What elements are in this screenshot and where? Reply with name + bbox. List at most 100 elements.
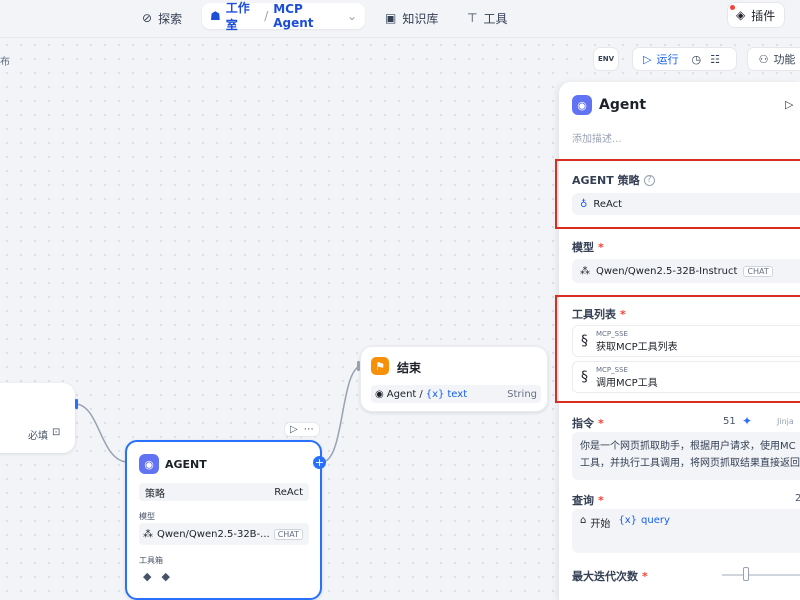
agent-model-row: ⁂ Qwen/Qwen2.5-32B-... CHAT [139,523,309,545]
more-icon[interactable]: ⋯ [304,424,314,435]
env-label: ENV [597,55,615,63]
model-type-badge: CHAT [743,265,773,277]
model-type-badge: CHAT [273,528,304,540]
plugin-button[interactable]: ◈ 插件 [727,2,785,28]
instruction-line: 工具，并执行工具调用，将网页抓取结果直接返回 [580,458,800,469]
hammer-icon: ⊤ [467,11,478,25]
home-icon: ⌂ [580,515,587,526]
plugin-label: 插件 [751,8,776,23]
toolbox-label: 工具箱 [139,556,163,565]
history-icon[interactable]: ◷ [691,53,701,66]
end-node-title: 结束 [397,361,422,375]
max-iterations-slider-thumb[interactable] [743,567,749,581]
ai-generate-icon[interactable]: ✦ [742,414,752,428]
play-icon[interactable]: ▷ [643,53,651,66]
features-label: 功能 [773,53,796,66]
model-label: 模型 [139,512,155,521]
instruction-label: 指令 * [572,415,604,431]
required-star: * [642,569,648,583]
agent-small-icon: ◉ [375,388,384,400]
query-label-text: 查询 [572,494,594,507]
required-star: * [598,416,604,430]
max-iterations-label: 最大迭代次数 * [572,568,648,584]
model-select[interactable]: ⁂ Qwen/Qwen2.5-32B-Instruct CHAT [572,259,800,283]
breadcrumb-separator: / [264,9,269,23]
query-label: 查询 * [572,492,604,508]
run-label[interactable]: 运行 [656,51,678,67]
max-iterations-slider-track[interactable] [722,574,800,576]
app-name: MCP Agent [273,2,314,30]
required-label: 必填 [28,431,48,442]
book-icon: ▣ [385,11,397,25]
model-label-text: 模型 [572,241,594,254]
instruction-char-count: 51 [723,416,736,427]
flag-icon: ⚑ [371,357,389,375]
description-input[interactable]: 添加描述... [572,130,622,145]
query-char-count: 2 [795,493,800,504]
agent-strategy-row: 策略 ReAct [139,483,309,501]
end-var-name: text [447,388,468,400]
cube-icon: ◈ [736,8,746,22]
highlight-strategy-box [555,159,800,229]
panel-title[interactable]: Agent [599,97,646,113]
publish-label[interactable]: 布 [0,53,10,68]
compass-icon: ⊘ [142,11,153,25]
play-icon[interactable]: ▷ [785,98,793,111]
query-source: 开始 [590,519,611,530]
mcp-tool-icon: ◆ [161,570,170,583]
model-value: Qwen/Qwen2.5-32B-... [157,528,270,540]
chevron-down-icon: ⌄ [346,9,357,23]
run-node-icon[interactable]: ▷ [290,424,298,435]
nav-knowledge-label: 知识库 [402,11,439,26]
checklist-icon[interactable]: ☷ [710,53,720,66]
query-variable: query [641,515,670,526]
variable-icon: {x} [425,388,445,400]
env-button[interactable]: ENV [593,47,619,71]
end-output-variable: ◉ Agent / {x} text String [371,385,541,403]
features-button[interactable]: ⚇ 功能 [747,47,800,71]
query-input[interactable]: ⌂ 开始 {x} query [572,509,800,553]
highlight-tools-box [555,295,800,403]
robot-icon: ☗ [210,9,221,23]
top-navigation-bar: ⊘ 探索 ☗ 工作室 / MCP Agent ⌄ ▣ 知识库 ⊤ 工具 ◈ 插件 [0,0,800,38]
nav-tools[interactable]: ⊤ 工具 [467,6,507,30]
required-variable-row: 必填 ⊡ [28,427,60,442]
nav-explore[interactable]: ⊘ 探索 [142,6,182,30]
notification-dot [730,5,735,10]
max-iterations-label-text: 最大迭代次数 [572,570,638,583]
mcp-tool-icon: ◆ [143,570,152,583]
jinja-toggle[interactable]: Jinja [777,417,794,426]
nav-tools-label: 工具 [483,11,508,26]
run-toolbar: ▷ 运行 ◷ ☷ [632,47,737,71]
strategy-label: 策略 [145,488,165,500]
features-icon: ⚇ [758,52,769,66]
nav-studio-label: 工作室 [225,1,250,32]
start-node[interactable]: 必填 ⊡ [0,383,75,453]
end-var-type: String [507,388,537,400]
end-var-separator: / [419,388,423,400]
model-label: 模型 * [572,239,604,255]
model-value: Qwen/Qwen2.5-32B-Instruct [596,265,738,277]
instruction-line: 你是一个网页抓取助手，根据用户请求，使用MC [580,441,796,452]
required-star: * [598,493,604,507]
agent-icon: ◉ [139,454,159,474]
instruction-textarea[interactable]: 你是一个网页抓取助手，根据用户请求，使用MC 工具，并执行工具调用，将网页抓取结… [572,432,800,480]
model-provider-icon: ⁂ [143,528,153,540]
end-node-input-handle[interactable] [357,361,360,371]
required-star: * [598,240,604,254]
toolbox-icons: ◆ ◆ [143,570,170,583]
studio-app-switcher[interactable]: ☗ 工作室 / MCP Agent ⌄ [202,1,365,32]
end-var-source: Agent [386,388,417,400]
agent-node-title: AGENT [165,458,207,471]
end-node[interactable]: ⚑ 结束 ◉ Agent / {x} text String [360,346,548,412]
agent-node[interactable]: ◉ AGENT 策略 ReAct 模型 ⁂ Qwen/Qwen2.5-32B-.… [125,440,322,600]
nav-knowledge[interactable]: ▣ 知识库 [385,6,438,30]
agent-icon: ◉ [572,95,592,115]
variable-icon: {x} [618,515,638,526]
add-node-plus-icon[interactable]: + [313,456,326,469]
node-action-bar: ▷ ⋯ [284,422,320,437]
model-provider-icon: ⁂ [580,265,590,277]
instruction-label-text: 指令 [572,417,594,430]
text-field-icon: ⊡ [52,427,61,438]
start-node-output-handle[interactable] [75,399,78,409]
